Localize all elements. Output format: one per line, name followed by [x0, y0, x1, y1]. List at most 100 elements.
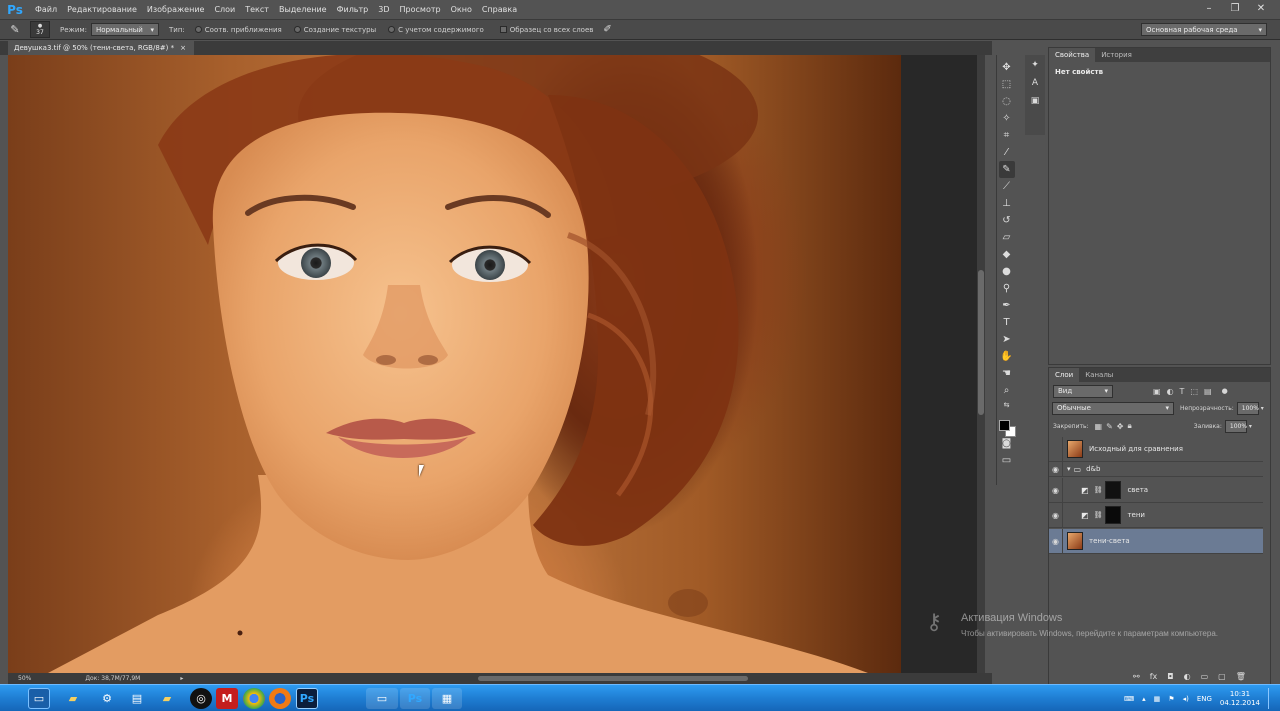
- filter-pixel-icon[interactable]: ▣: [1153, 387, 1161, 396]
- pressure-icon[interactable]: ✐: [603, 24, 611, 35]
- app-icon-4[interactable]: ◎: [190, 688, 212, 709]
- fill-input[interactable]: 100%: [1224, 419, 1247, 433]
- radio-proximity[interactable]: Соотв. приближения: [194, 26, 282, 34]
- sample-all-layers-checkbox[interactable]: Образец со всех слоев: [499, 26, 593, 34]
- workspace-select[interactable]: Основная рабочая среда ▾: [1141, 23, 1267, 36]
- maximize-button[interactable]: ❐: [1222, 0, 1248, 16]
- healing-brush-icon[interactable]: ✎: [0, 20, 30, 39]
- lasso-tool-icon[interactable]: ◌: [999, 93, 1015, 110]
- photoshop-taskbar-icon[interactable]: Ps: [296, 688, 318, 709]
- foreground-color-swatch[interactable]: [999, 420, 1010, 431]
- close-button[interactable]: ✕: [1248, 0, 1274, 16]
- radio-content-aware[interactable]: С учетом содержимого: [388, 26, 484, 34]
- eye-icon[interactable]: ◉: [1049, 528, 1063, 554]
- fx-icon[interactable]: fx: [1150, 672, 1158, 684]
- crop-tool-icon[interactable]: ⌗: [999, 127, 1015, 144]
- layer-row[interactable]: ◉ ◩ ⛓︎ света: [1049, 477, 1263, 503]
- menu-view[interactable]: Просмотр: [395, 5, 446, 14]
- close-tab-icon[interactable]: ×: [180, 44, 186, 52]
- vertical-scroll-thumb[interactable]: [978, 270, 984, 415]
- chevron-down-icon[interactable]: ▾: [1261, 405, 1264, 412]
- blend-mode-select[interactable]: Обычные ▾: [1052, 401, 1174, 415]
- path-select-tool-icon[interactable]: ➤: [999, 331, 1015, 348]
- filter-text-icon[interactable]: T: [1180, 387, 1185, 396]
- filter-adjust-icon[interactable]: ◐: [1167, 387, 1174, 396]
- layer-row[interactable]: ◉ ◩ ⛓︎ тени: [1049, 502, 1263, 528]
- taskbar-window-2[interactable]: Ps: [400, 688, 430, 709]
- app-icon-5[interactable]: M: [216, 688, 238, 709]
- network-icon[interactable]: ▦: [1154, 695, 1161, 703]
- clone-stamp-tool-icon[interactable]: ⊥: [999, 195, 1015, 212]
- new-layer-icon[interactable]: ▢: [1218, 672, 1226, 684]
- new-group-icon[interactable]: ▭: [1201, 672, 1209, 684]
- lock-pixels-icon[interactable]: ✎: [1106, 422, 1113, 431]
- dodge-tool-icon[interactable]: ⚲: [999, 280, 1015, 297]
- tab-history[interactable]: История: [1095, 48, 1138, 62]
- eyedropper-tool-icon[interactable]: ⁄: [999, 144, 1015, 161]
- firefox-icon[interactable]: [269, 688, 291, 709]
- menu-layers[interactable]: Слои: [209, 5, 240, 14]
- flag-icon[interactable]: ⚑: [1168, 695, 1174, 703]
- eye-icon[interactable]: ◉: [1049, 502, 1063, 528]
- pen-tool-icon[interactable]: ✒: [999, 297, 1015, 314]
- chevron-down-icon[interactable]: ▾: [1249, 423, 1252, 430]
- move-tool-icon[interactable]: ✥: [999, 59, 1015, 76]
- brush-preset-picker[interactable]: ● 37: [30, 21, 50, 38]
- menu-select[interactable]: Выделение: [274, 5, 332, 14]
- hand-tool-icon[interactable]: ☚: [999, 365, 1015, 382]
- tool-presets-icon[interactable]: ✦: [1028, 58, 1042, 72]
- canvas-area[interactable]: [8, 55, 985, 673]
- layer-group-row[interactable]: ◉ ▾ ▭ d&b: [1049, 461, 1263, 477]
- filter-shape-icon[interactable]: ⬚: [1190, 387, 1198, 396]
- layer-filter-select[interactable]: Вид ▾: [1053, 384, 1113, 398]
- doc-info[interactable]: Док: 38,7M/77,9M: [85, 675, 140, 682]
- taskbar-window-3[interactable]: ▦: [432, 688, 462, 709]
- tray-arrow-icon[interactable]: ▴: [1142, 695, 1146, 703]
- opacity-input[interactable]: 100%: [1236, 401, 1259, 415]
- healing-brush-tool-icon[interactable]: ✎: [998, 161, 1015, 178]
- lock-position-icon[interactable]: ✥: [1117, 422, 1124, 431]
- character-panel-icon[interactable]: A: [1028, 76, 1042, 90]
- menu-text[interactable]: Текст: [240, 5, 274, 14]
- history-brush-tool-icon[interactable]: ↺: [999, 212, 1015, 229]
- volume-icon[interactable]: ◂): [1183, 695, 1189, 703]
- start-button[interactable]: ▭: [28, 688, 50, 709]
- document-tab[interactable]: Девушка3.tif @ 50% (тени-света, RGB/8#) …: [8, 41, 194, 55]
- layer-row[interactable]: Исходный для сравнения: [1049, 436, 1263, 462]
- eye-icon[interactable]: ◉: [1049, 477, 1063, 503]
- taskbar-window-1[interactable]: ▭: [366, 688, 398, 709]
- filter-toggle-icon[interactable]: ●: [1222, 387, 1228, 395]
- menu-3d[interactable]: 3D: [373, 5, 394, 14]
- language-indicator[interactable]: ENG: [1197, 695, 1212, 703]
- layer-row-selected[interactable]: ◉ тени-света: [1049, 528, 1263, 554]
- zoom-tool-icon[interactable]: ⌕: [999, 382, 1015, 399]
- type-tool-icon[interactable]: T: [999, 314, 1015, 331]
- add-mask-icon[interactable]: ◘: [1167, 672, 1173, 684]
- show-desktop-button[interactable]: [1268, 688, 1274, 709]
- swap-colors-icon[interactable]: ⇆: [999, 399, 1015, 411]
- app-icon-1[interactable]: ⚙: [96, 688, 118, 709]
- filter-smart-icon[interactable]: ▤: [1204, 387, 1212, 396]
- shape-tool-icon[interactable]: ✋: [999, 348, 1015, 365]
- quick-mask-icon[interactable]: ◙: [999, 435, 1015, 452]
- brush-panel-icon[interactable]: ▣: [1028, 94, 1042, 108]
- keyboard-icon[interactable]: ⌨: [1124, 695, 1134, 703]
- vertical-scrollbar[interactable]: [977, 55, 985, 673]
- delete-layer-icon[interactable]: 🗑︎: [1236, 672, 1246, 684]
- menu-window[interactable]: Окно: [446, 5, 477, 14]
- menu-help[interactable]: Справка: [477, 5, 522, 14]
- group-expand-icon[interactable]: ▾: [1067, 465, 1071, 473]
- clock[interactable]: 10:31 04.12.2014: [1220, 690, 1260, 708]
- tab-channels[interactable]: Каналы: [1079, 368, 1119, 382]
- visibility-toggle-empty[interactable]: [1049, 436, 1063, 462]
- paint-bucket-tool-icon[interactable]: ◆: [999, 246, 1015, 263]
- tab-properties[interactable]: Свойства: [1049, 48, 1096, 62]
- menu-filter[interactable]: Фильтр: [332, 5, 374, 14]
- zoom-level[interactable]: 50%: [18, 675, 31, 682]
- app-icon-3[interactable]: ▰: [156, 688, 178, 709]
- status-menu-arrow-icon[interactable]: ▸: [180, 675, 183, 682]
- app-icon-2[interactable]: ▤: [126, 688, 148, 709]
- radio-texture[interactable]: Создание текстуры: [293, 26, 376, 34]
- tab-layers[interactable]: Слои: [1049, 368, 1080, 382]
- eraser-tool-icon[interactable]: ▱: [999, 229, 1015, 246]
